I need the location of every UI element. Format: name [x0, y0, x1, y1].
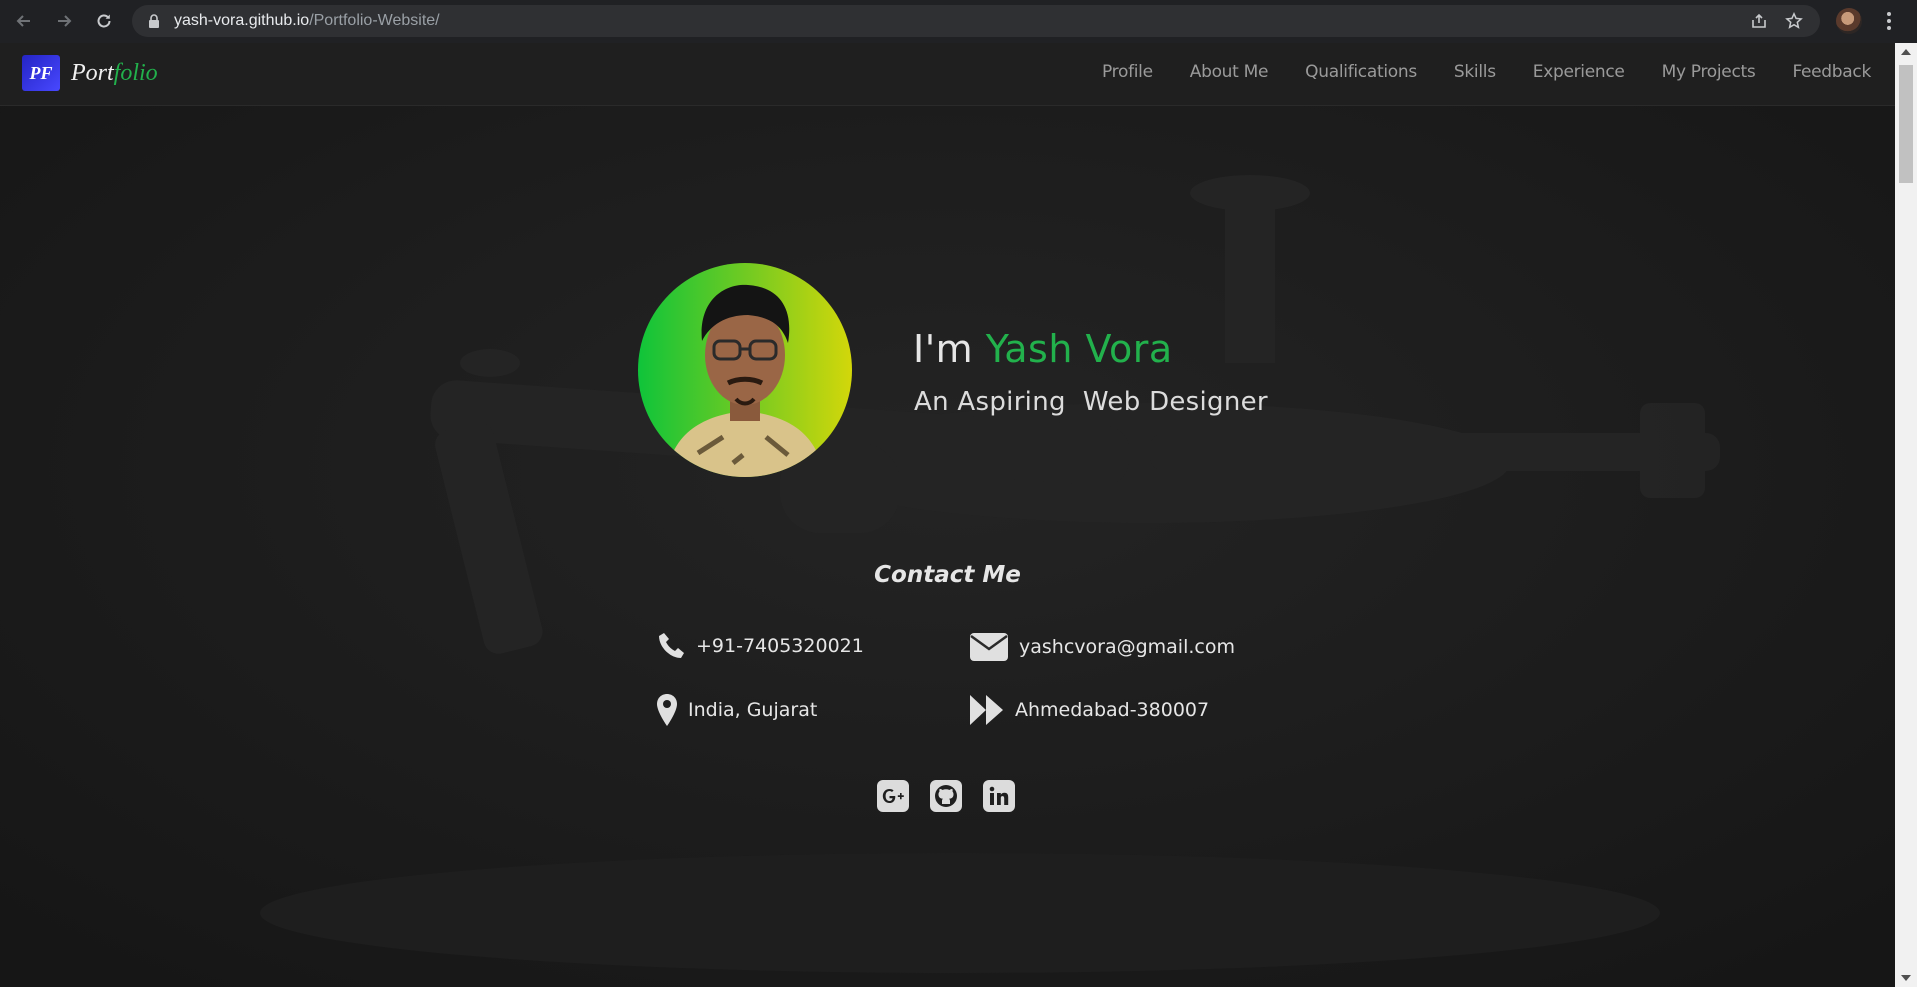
google-plus-icon[interactable] [877, 780, 909, 812]
profile-photo [638, 263, 852, 477]
nav-item-about-me[interactable]: About Me [1190, 62, 1269, 82]
browser-toolbar: yash-vora.github.io/Portfolio-Website/ [0, 0, 1917, 43]
github-icon[interactable] [930, 780, 962, 812]
reload-icon [97, 14, 111, 28]
social-links [877, 780, 1015, 812]
phone-icon [659, 633, 684, 658]
contact-phone[interactable]: +91-7405320021 [656, 631, 864, 661]
address-bar[interactable]: yash-vora.github.io/Portfolio-Website/ [132, 5, 1820, 37]
lock-icon [149, 14, 159, 28]
drone-background-image [0, 43, 1895, 987]
share-icon[interactable] [1750, 12, 1768, 30]
brand-name-part1: Port [71, 59, 114, 86]
nav-item-my-projects[interactable]: My Projects [1662, 62, 1756, 82]
hero-greeting: I'm Yash Vora [913, 327, 1173, 371]
nav-item-profile[interactable]: Profile [1102, 62, 1153, 82]
url-text: yash-vora.github.io/Portfolio-Website/ [174, 12, 440, 30]
fast-forward-icon [970, 695, 1003, 725]
profile-avatar[interactable] [1836, 8, 1862, 34]
brand[interactable]: PF Portfolio [22, 55, 158, 91]
phone-number: +91-7405320021 [696, 635, 864, 657]
contact-location: India, Gujarat [656, 693, 817, 727]
envelope-icon [970, 633, 1008, 661]
nav-links: Profile About Me Qualifications Skills E… [1065, 62, 1871, 82]
contact-email[interactable]: yashcvora@gmail.com [969, 631, 1235, 663]
nav-item-qualifications[interactable]: Qualifications [1305, 62, 1417, 82]
hero-role: An Aspiring Web Designer [914, 387, 1268, 417]
page-viewport: PF Portfolio Profile About Me Qualificat… [0, 43, 1895, 987]
brand-logo: PF [22, 55, 60, 91]
brand-name: Portfolio [71, 60, 158, 87]
reload-button[interactable] [91, 8, 117, 34]
arrow-right-icon [58, 15, 72, 27]
person-portrait-icon [666, 284, 824, 477]
scroll-down-arrow-icon[interactable] [1901, 975, 1911, 981]
site-navbar: PF Portfolio Profile About Me Qualificat… [0, 43, 1895, 106]
greeting-prefix: I'm [913, 327, 986, 371]
bookmark-star-icon[interactable] [1785, 12, 1803, 30]
url-path: /Portfolio-Website/ [309, 12, 440, 29]
more-vert-icon[interactable] [1882, 10, 1896, 32]
nav-item-feedback[interactable]: Feedback [1792, 62, 1871, 82]
contact-city: Ahmedabad-380007 [969, 693, 1209, 727]
nav-item-skills[interactable]: Skills [1454, 62, 1496, 82]
contact-title: Contact Me [874, 562, 1021, 588]
forward-button[interactable] [51, 8, 77, 34]
linkedin-icon[interactable] [983, 780, 1015, 812]
map-pin-icon [657, 694, 677, 726]
city-text: Ahmedabad-380007 [1015, 699, 1210, 721]
location-text: India, Gujarat [688, 699, 818, 721]
page-scrollbar[interactable] [1895, 43, 1917, 987]
scroll-up-arrow-icon[interactable] [1901, 49, 1911, 55]
url-host: yash-vora.github.io [174, 12, 310, 29]
hero-name: Yash Vora [985, 327, 1173, 371]
scrollbar-thumb[interactable] [1899, 65, 1913, 183]
brand-name-part2: folio [113, 59, 158, 86]
back-button[interactable] [11, 8, 37, 34]
email-address: yashcvora@gmail.com [1019, 636, 1235, 658]
arrow-left-icon [16, 15, 30, 27]
nav-item-experience[interactable]: Experience [1533, 62, 1625, 82]
